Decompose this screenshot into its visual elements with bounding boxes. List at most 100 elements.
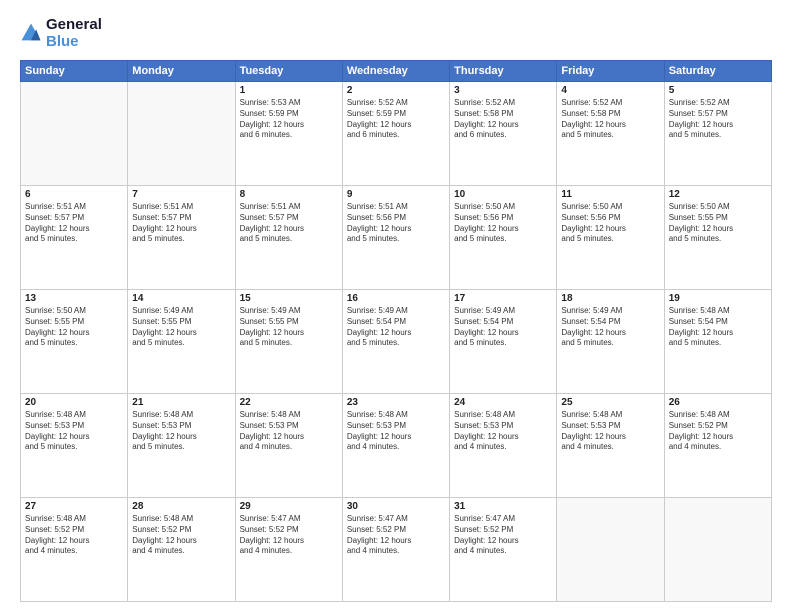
calendar-cell: 10Sunrise: 5:50 AM Sunset: 5:56 PM Dayli… — [450, 186, 557, 290]
day-info: Sunrise: 5:52 AM Sunset: 5:58 PM Dayligh… — [454, 98, 552, 141]
calendar-cell: 9 Sunrise: 5:51 AM Sunset: 5:56 PM Daylig… — [342, 186, 449, 290]
day-info: Sunrise: 5:49 AM Sunset: 5:55 PM Dayligh… — [132, 306, 230, 349]
calendar-cell: 4 Sunrise: 5:52 AM Sunset: 5:58 PM Daylig… — [557, 82, 664, 186]
day-info: Sunrise: 5:49 AM Sunset: 5:54 PM Dayligh… — [454, 306, 552, 349]
day-number: 8 — [240, 189, 338, 200]
day-number: 24 — [454, 397, 552, 408]
day-number: 28 — [132, 501, 230, 512]
day-info: Sunrise: 5:51 AM Sunset: 5:57 PM Dayligh… — [25, 202, 123, 245]
calendar-cell: 2 Sunrise: 5:52 AM Sunset: 5:59 PM Daylig… — [342, 82, 449, 186]
day-number: 5 — [669, 85, 767, 96]
weekday-header-monday: Monday — [128, 61, 235, 82]
day-info: Sunrise: 5:48 AM Sunset: 5:53 PM Dayligh… — [347, 410, 445, 453]
calendar-cell: 3 Sunrise: 5:52 AM Sunset: 5:58 PM Daylig… — [450, 82, 557, 186]
day-number: 1 — [240, 85, 338, 96]
day-number: 18 — [561, 293, 659, 304]
day-info: Sunrise: 5:50 AM Sunset: 5:55 PM Dayligh… — [25, 306, 123, 349]
calendar-cell: 14 Sunrise: 5:49 AM Sunset: 5:55 PM Dayli… — [128, 290, 235, 394]
calendar-cell: 16 Sunrise: 5:49 AM Sunset: 5:54 PM Dayli… — [342, 290, 449, 394]
day-info: Sunrise: 5:50 AM Sunset: 5:56 PM Dayligh… — [561, 202, 659, 245]
day-number: 29 — [240, 501, 338, 512]
page: General Blue SundayMondayTuesdayWednesda… — [0, 0, 792, 612]
day-number: 30 — [347, 501, 445, 512]
weekday-header-row: SundayMondayTuesdayWednesdayThursdayFrid… — [21, 61, 772, 82]
day-number: 31 — [454, 501, 552, 512]
calendar-week-2: 6Sunrise: 5:51 AM Sunset: 5:57 PM Daylig… — [21, 186, 772, 290]
calendar-cell: 26 Sunrise: 5:48 AM Sunset: 5:52 PM Dayli… — [664, 394, 771, 498]
day-number: 21 — [132, 397, 230, 408]
calendar-cell — [664, 498, 771, 602]
day-number: 14 — [132, 293, 230, 304]
day-info: Sunrise: 5:51 AM Sunset: 5:57 PM Dayligh… — [132, 202, 230, 245]
day-number: 15 — [240, 293, 338, 304]
day-number: 7 — [132, 189, 230, 200]
day-info: Sunrise: 5:48 AM Sunset: 5:53 PM Dayligh… — [25, 410, 123, 453]
calendar-cell: 28 Sunrise: 5:48 AM Sunset: 5:52 PM Dayli… — [128, 498, 235, 602]
day-info: Sunrise: 5:48 AM Sunset: 5:52 PM Dayligh… — [25, 514, 123, 557]
day-number: 16 — [347, 293, 445, 304]
day-info: Sunrise: 5:48 AM Sunset: 5:54 PM Dayligh… — [669, 306, 767, 349]
day-info: Sunrise: 5:49 AM Sunset: 5:54 PM Dayligh… — [347, 306, 445, 349]
day-info: Sunrise: 5:48 AM Sunset: 5:52 PM Dayligh… — [132, 514, 230, 557]
calendar-cell: 1 Sunrise: 5:53 AM Sunset: 5:59 PM Daylig… — [235, 82, 342, 186]
weekday-header-sunday: Sunday — [21, 61, 128, 82]
weekday-header-thursday: Thursday — [450, 61, 557, 82]
header: General Blue — [20, 16, 772, 50]
day-info: Sunrise: 5:47 AM Sunset: 5:52 PM Dayligh… — [240, 514, 338, 557]
day-info: Sunrise: 5:49 AM Sunset: 5:54 PM Dayligh… — [561, 306, 659, 349]
calendar-cell: 5 Sunrise: 5:52 AM Sunset: 5:57 PM Daylig… — [664, 82, 771, 186]
day-info: Sunrise: 5:47 AM Sunset: 5:52 PM Dayligh… — [454, 514, 552, 557]
calendar-cell: 18 Sunrise: 5:49 AM Sunset: 5:54 PM Dayli… — [557, 290, 664, 394]
weekday-header-friday: Friday — [557, 61, 664, 82]
calendar-cell: 24 Sunrise: 5:48 AM Sunset: 5:53 PM Dayli… — [450, 394, 557, 498]
calendar-cell: 8 Sunrise: 5:51 AM Sunset: 5:57 PM Daylig… — [235, 186, 342, 290]
day-info: Sunrise: 5:48 AM Sunset: 5:53 PM Dayligh… — [240, 410, 338, 453]
calendar-cell — [557, 498, 664, 602]
day-info: Sunrise: 5:51 AM Sunset: 5:56 PM Dayligh… — [347, 202, 445, 245]
calendar-cell — [128, 82, 235, 186]
calendar-cell: 21Sunrise: 5:48 AM Sunset: 5:53 PM Dayli… — [128, 394, 235, 498]
calendar-cell: 31 Sunrise: 5:47 AM Sunset: 5:52 PM Dayli… — [450, 498, 557, 602]
calendar-cell — [21, 82, 128, 186]
day-info: Sunrise: 5:52 AM Sunset: 5:57 PM Dayligh… — [669, 98, 767, 141]
calendar-cell: 6Sunrise: 5:51 AM Sunset: 5:57 PM Daylig… — [21, 186, 128, 290]
day-info: Sunrise: 5:48 AM Sunset: 5:53 PM Dayligh… — [454, 410, 552, 453]
day-number: 11 — [561, 189, 659, 200]
day-number: 2 — [347, 85, 445, 96]
day-number: 23 — [347, 397, 445, 408]
calendar-cell: 22Sunrise: 5:48 AM Sunset: 5:53 PM Dayli… — [235, 394, 342, 498]
day-info: Sunrise: 5:50 AM Sunset: 5:55 PM Dayligh… — [669, 202, 767, 245]
day-info: Sunrise: 5:48 AM Sunset: 5:53 PM Dayligh… — [561, 410, 659, 453]
calendar-week-1: 1 Sunrise: 5:53 AM Sunset: 5:59 PM Daylig… — [21, 82, 772, 186]
calendar-cell: 12Sunrise: 5:50 AM Sunset: 5:55 PM Dayli… — [664, 186, 771, 290]
weekday-header-tuesday: Tuesday — [235, 61, 342, 82]
day-info: Sunrise: 5:53 AM Sunset: 5:59 PM Dayligh… — [240, 98, 338, 141]
day-number: 9 — [347, 189, 445, 200]
weekday-header-saturday: Saturday — [664, 61, 771, 82]
calendar-table: SundayMondayTuesdayWednesdayThursdayFrid… — [20, 60, 772, 602]
day-number: 25 — [561, 397, 659, 408]
calendar-cell: 11 Sunrise: 5:50 AM Sunset: 5:56 PM Dayli… — [557, 186, 664, 290]
day-info: Sunrise: 5:47 AM Sunset: 5:52 PM Dayligh… — [347, 514, 445, 557]
day-number: 3 — [454, 85, 552, 96]
calendar-week-4: 20 Sunrise: 5:48 AM Sunset: 5:53 PM Dayli… — [21, 394, 772, 498]
day-number: 17 — [454, 293, 552, 304]
day-info: Sunrise: 5:50 AM Sunset: 5:56 PM Dayligh… — [454, 202, 552, 245]
day-info: Sunrise: 5:48 AM Sunset: 5:52 PM Dayligh… — [669, 410, 767, 453]
day-info: Sunrise: 5:52 AM Sunset: 5:59 PM Dayligh… — [347, 98, 445, 141]
day-info: Sunrise: 5:49 AM Sunset: 5:55 PM Dayligh… — [240, 306, 338, 349]
calendar-cell: 23 Sunrise: 5:48 AM Sunset: 5:53 PM Dayli… — [342, 394, 449, 498]
weekday-header-wednesday: Wednesday — [342, 61, 449, 82]
day-info: Sunrise: 5:51 AM Sunset: 5:57 PM Dayligh… — [240, 202, 338, 245]
calendar-cell: 25 Sunrise: 5:48 AM Sunset: 5:53 PM Dayli… — [557, 394, 664, 498]
day-info: Sunrise: 5:52 AM Sunset: 5:58 PM Dayligh… — [561, 98, 659, 141]
day-number: 20 — [25, 397, 123, 408]
calendar-cell: 7 Sunrise: 5:51 AM Sunset: 5:57 PM Daylig… — [128, 186, 235, 290]
logo-icon — [20, 22, 42, 44]
calendar-week-5: 27 Sunrise: 5:48 AM Sunset: 5:52 PM Dayli… — [21, 498, 772, 602]
day-number: 27 — [25, 501, 123, 512]
calendar-cell: 30 Sunrise: 5:47 AM Sunset: 5:52 PM Dayli… — [342, 498, 449, 602]
day-number: 26 — [669, 397, 767, 408]
day-number: 19 — [669, 293, 767, 304]
day-number: 4 — [561, 85, 659, 96]
